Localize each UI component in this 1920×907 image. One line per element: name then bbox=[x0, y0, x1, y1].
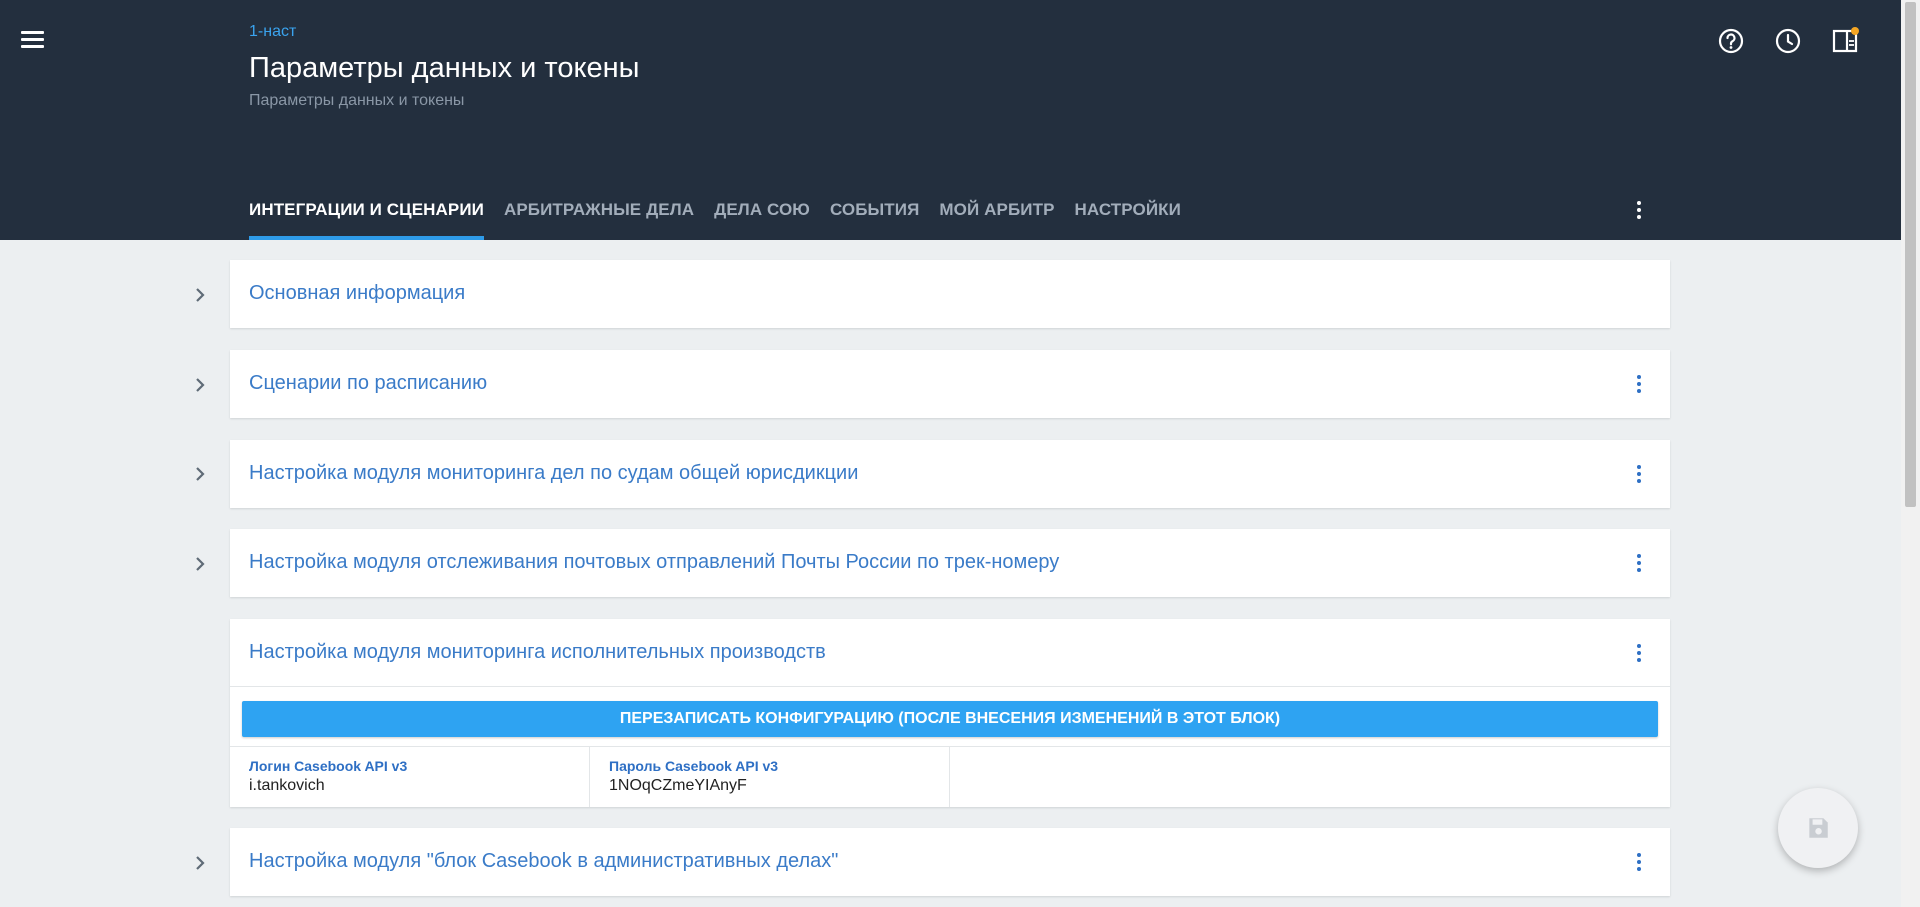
field-label: Пароль Casebook API v3 bbox=[609, 758, 779, 774]
panel-title[interactable]: Настройка модуля отслеживания почтовых о… bbox=[249, 551, 1059, 574]
breadcrumb[interactable]: 1-наст bbox=[249, 23, 296, 41]
chevron-right-icon[interactable] bbox=[190, 375, 210, 395]
save-icon bbox=[1809, 818, 1828, 838]
scrollbar-thumb[interactable] bbox=[1905, 2, 1916, 507]
login-field[interactable]: Логин Casebook API v3 i.tankovich bbox=[230, 747, 590, 807]
panel-title[interactable]: Настройка модуля "блок Casebook в админи… bbox=[249, 850, 838, 873]
more-vert-icon[interactable] bbox=[1627, 551, 1651, 575]
chevron-right-icon[interactable] bbox=[190, 464, 210, 484]
scrollbar[interactable] bbox=[1901, 0, 1920, 907]
tab-arbitration[interactable]: АРБИТРАЖНЫЕ ДЕЛА bbox=[504, 186, 694, 240]
tab-integrations[interactable]: ИНТЕГРАЦИИ И СЦЕНАРИИ bbox=[249, 186, 484, 240]
page-subtitle: Параметры данных и токены bbox=[249, 92, 465, 109]
more-vert-icon[interactable] bbox=[1627, 462, 1651, 486]
tab-settings[interactable]: НАСТРОЙКИ bbox=[1075, 186, 1181, 240]
panel-general-courts-monitoring: Настройка модуля мониторинга дел по суда… bbox=[230, 440, 1670, 508]
tab-bar: ИНТЕГРАЦИИ И СЦЕНАРИИ АРБИТРАЖНЫЕ ДЕЛА Д… bbox=[249, 186, 1201, 240]
chevron-right-icon[interactable] bbox=[190, 554, 210, 574]
more-vert-icon[interactable] bbox=[1627, 850, 1651, 874]
more-vert-icon[interactable] bbox=[1627, 641, 1651, 665]
panel-title[interactable]: Основная информация bbox=[249, 282, 465, 305]
more-vert-icon[interactable] bbox=[1627, 372, 1651, 396]
tab-events[interactable]: СОБЫТИЯ bbox=[830, 186, 919, 240]
panel-main-info: Основная информация bbox=[230, 260, 1670, 328]
more-vert-icon[interactable] bbox=[1627, 198, 1651, 222]
save-button[interactable] bbox=[1778, 788, 1858, 868]
panel-title[interactable]: Сценарии по расписанию bbox=[249, 372, 487, 395]
chevron-right-icon[interactable] bbox=[190, 853, 210, 873]
rewrite-config-button[interactable]: ПЕРЕЗАПИСАТЬ КОНФИГУРАЦИЮ (ПОСЛЕ ВНЕСЕНИ… bbox=[242, 701, 1658, 737]
notification-dot bbox=[1851, 27, 1859, 35]
field-value[interactable]: i.tankovich bbox=[249, 777, 589, 795]
panel-post-tracking: Настройка модуля отслеживания почтовых о… bbox=[230, 529, 1670, 597]
password-field[interactable]: Пароль Casebook API v3 1NOqCZmeYIAnyF bbox=[590, 747, 950, 807]
menu-icon[interactable] bbox=[18, 28, 48, 52]
history-icon[interactable] bbox=[1772, 25, 1804, 57]
app-header: 1-наст Параметры данных и токены Парамет… bbox=[0, 0, 1901, 240]
panel-enforcement-monitoring: Настройка модуля мониторинга исполнитель… bbox=[230, 619, 1670, 807]
panel-title[interactable]: Настройка модуля мониторинга дел по суда… bbox=[249, 462, 858, 485]
tab-general-courts[interactable]: ДЕЛА СОЮ bbox=[714, 186, 810, 240]
panel-title[interactable]: Настройка модуля мониторинга исполнитель… bbox=[249, 641, 826, 664]
help-icon[interactable] bbox=[1715, 25, 1747, 57]
field-label: Логин Casebook API v3 bbox=[249, 758, 408, 774]
panel-icon[interactable] bbox=[1829, 25, 1861, 57]
page-title: Параметры данных и токены bbox=[249, 52, 640, 84]
field-value[interactable]: 1NOqCZmeYIAnyF bbox=[609, 777, 949, 795]
fields-row: Логин Casebook API v3 i.tankovich Пароль… bbox=[230, 746, 1670, 807]
panel-casebook-admin: Настройка модуля "блок Casebook в админи… bbox=[230, 828, 1670, 896]
panel-scheduled-scenarios: Сценарии по расписанию bbox=[230, 350, 1670, 418]
chevron-right-icon[interactable] bbox=[190, 285, 210, 305]
tab-my-arbiter[interactable]: МОЙ АРБИТР bbox=[939, 186, 1054, 240]
